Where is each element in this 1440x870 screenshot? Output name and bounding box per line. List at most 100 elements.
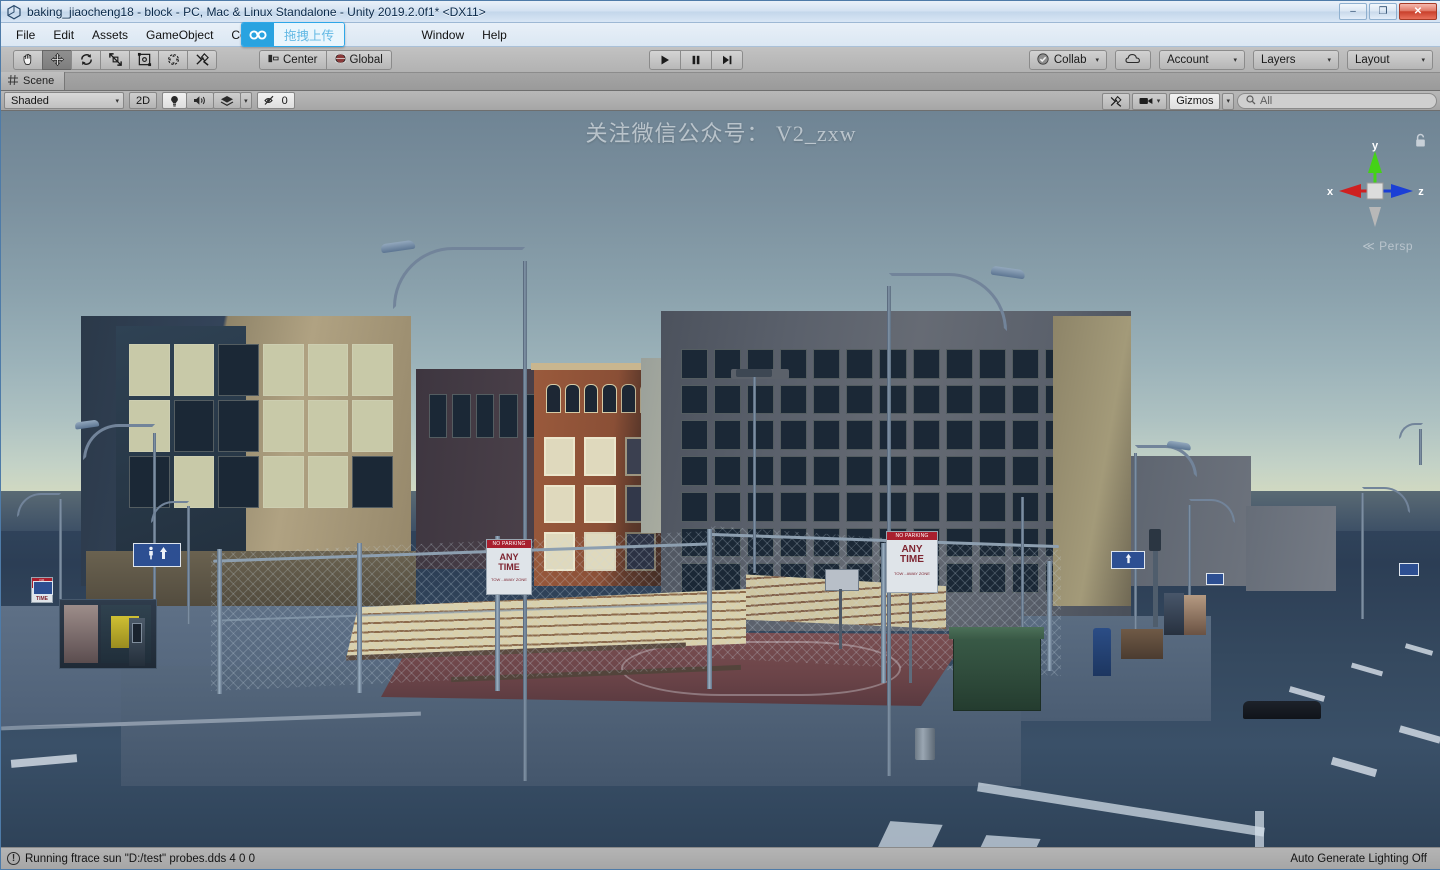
no-parking-sign-sub: TOW - AWAY ZONE [894, 571, 930, 576]
status-message: Running ftrace sun "D:/test" probes.dds … [25, 852, 255, 865]
maximize-button[interactable]: ❐ [1369, 3, 1397, 20]
layout-button[interactable]: Layout ▾ [1347, 50, 1433, 70]
parked-car [1243, 701, 1321, 719]
scene-view-gizmo[interactable]: y x z [1321, 137, 1429, 245]
street-lamp-pole-right-1 [1134, 453, 1137, 643]
gizmo-lock-icon[interactable] [1414, 133, 1427, 153]
menu-item-help[interactable]: Help [473, 26, 516, 44]
menu-item-assets[interactable]: Assets [83, 26, 137, 44]
draw-mode-dropdown[interactable]: Shaded ▾ [4, 92, 124, 109]
menu-item-edit[interactable]: Edit [44, 26, 83, 44]
no-parking-sign-left-sub: TOW - AWAY ZONE [491, 577, 527, 582]
account-button[interactable]: Account ▾ [1159, 50, 1245, 70]
close-button[interactable]: ✕ [1399, 3, 1437, 20]
cloud-upload-icon[interactable] [242, 23, 274, 46]
pivot-rotation-button[interactable]: Global [325, 49, 392, 70]
pause-button[interactable] [680, 50, 712, 70]
audio-toggle-button[interactable] [186, 92, 215, 109]
upload-widget[interactable]: 拖拽上传 [241, 22, 346, 47]
scale-tool-button[interactable] [100, 49, 130, 70]
building-left-windows [121, 336, 401, 516]
chevron-down-icon[interactable]: ▾ [1233, 56, 1237, 64]
chevron-down-icon[interactable]: ▾ [1226, 97, 1230, 105]
hand-tool-button[interactable] [13, 49, 43, 70]
playback-controls [649, 50, 743, 70]
no-parking-sign-left-line1: ANY [499, 552, 519, 562]
transform-tool-button[interactable] [158, 49, 188, 70]
upload-widget-label[interactable]: 拖拽上传 [274, 23, 345, 46]
status-left-group[interactable]: ! Running ftrace sun "D:/test" probes.dd… [1, 852, 255, 865]
layout-label: Layout [1355, 54, 1390, 66]
tab-scene-label: Scene [23, 75, 55, 87]
scene-search-placeholder: All [1260, 95, 1273, 107]
custom-tool-button[interactable] [187, 49, 217, 70]
chevron-down-icon[interactable]: ▾ [1421, 56, 1425, 64]
search-icon [1246, 94, 1256, 108]
lighting-toggle-button[interactable] [162, 92, 188, 109]
court-fence-post-4 [707, 529, 712, 689]
payphone-kiosk-screen [132, 623, 142, 643]
collab-check-icon [1037, 52, 1049, 68]
move-tool-button[interactable] [42, 49, 72, 70]
cloud-button[interactable] [1115, 50, 1151, 70]
main-toolbar: Center Global Collab ▾ Account ▾ Layers … [1, 47, 1440, 73]
transform-tools-group [13, 49, 217, 70]
street-lamp-pole-left-4 [187, 506, 190, 624]
scene-panel: Scene Shaded ▾ 2D ▾ 0 ▾ Gizmos ▾ All 关注微… [1, 72, 1440, 849]
no-parking-sign-header: NO PARKING [887, 532, 937, 540]
auto-generate-lighting-status[interactable]: Auto Generate Lighting Off [1290, 853, 1427, 865]
chevron-down-icon[interactable]: ▾ [115, 97, 119, 105]
toolbar-right-group: Collab ▾ Account ▾ Layers ▾ Layout ▾ [1028, 50, 1433, 70]
scene-search-input[interactable]: All [1237, 93, 1437, 109]
floodlight-head [736, 369, 772, 377]
building-far-right-2 [1246, 506, 1336, 591]
gizmo-perspective-label[interactable]: ≪ Persp [1362, 239, 1413, 253]
pivot-rotation-label: Global [349, 53, 383, 66]
pivot-mode-label: Center [283, 53, 318, 66]
tab-scene[interactable]: Scene [1, 72, 66, 90]
step-button[interactable] [711, 50, 743, 70]
effects-dropdown-button[interactable]: ▾ [240, 92, 252, 109]
menu-bar: File Edit Assets GameObject Component Wi… [1, 23, 1440, 47]
warning-icon: ! [7, 852, 20, 865]
unity-editor-window: baking_jiaocheng18 - block - PC, Mac & L… [0, 0, 1440, 870]
blue-sign-far-right-2 [1399, 563, 1419, 576]
no-parking-sign-left-line2: TIME [498, 562, 520, 572]
play-button[interactable] [649, 50, 681, 70]
draw-mode-label: Shaded [11, 94, 49, 107]
title-bar: baking_jiaocheng18 - block - PC, Mac & L… [1, 1, 1440, 23]
camera-button[interactable]: ▾ [1131, 92, 1168, 110]
blue-direction-sign-right [1111, 551, 1145, 569]
menu-item-window[interactable]: Window [412, 26, 473, 44]
scene-toolbar-right: ▾ Gizmos ▾ All [1101, 92, 1437, 110]
chevron-down-icon[interactable]: ▾ [1327, 56, 1331, 64]
scene-visibility-button[interactable]: 0 [256, 92, 295, 109]
no-parking-sign-far-left-line2: TIME [36, 596, 48, 602]
layers-button[interactable]: Layers ▾ [1253, 50, 1339, 70]
toggle-2d-button[interactable]: 2D [129, 92, 158, 109]
no-parking-sign-line2: TIME [900, 554, 924, 565]
effects-toggle-button[interactable] [213, 92, 242, 109]
gizmo-persp-caret: ≪ [1362, 239, 1376, 253]
rect-tool-button[interactable] [129, 49, 159, 70]
scene-viewport[interactable]: 关注微信公众号： V2_zxw NO PARKING ANY TIME TOW … [1, 111, 1440, 849]
menu-item-gameobject[interactable]: GameObject [137, 26, 222, 44]
chevron-down-icon[interactable]: ▾ [1095, 56, 1099, 64]
street-lamp-pole-main-left [523, 261, 527, 781]
blue-sign-far-right-1 [1206, 573, 1224, 585]
scene-visibility-count: 0 [281, 94, 288, 107]
minimize-button[interactable]: – [1339, 3, 1367, 20]
ad-kiosk-right-poster [1184, 595, 1206, 635]
account-label: Account [1167, 54, 1209, 66]
scene-tools-button[interactable] [1101, 92, 1130, 110]
chevron-down-icon[interactable]: ▾ [244, 97, 248, 105]
gizmos-dropdown-button[interactable]: ▾ [1222, 92, 1234, 110]
rotate-tool-button[interactable] [71, 49, 101, 70]
gizmos-button[interactable]: Gizmos [1169, 92, 1221, 110]
chevron-down-icon[interactable]: ▾ [1157, 97, 1161, 105]
traffic-signal-head [1149, 529, 1161, 551]
menu-item-file[interactable]: File [7, 26, 44, 44]
pivot-mode-button[interactable]: Center [259, 49, 327, 70]
basketball-hoop [825, 569, 859, 591]
collab-button[interactable]: Collab ▾ [1028, 50, 1107, 70]
